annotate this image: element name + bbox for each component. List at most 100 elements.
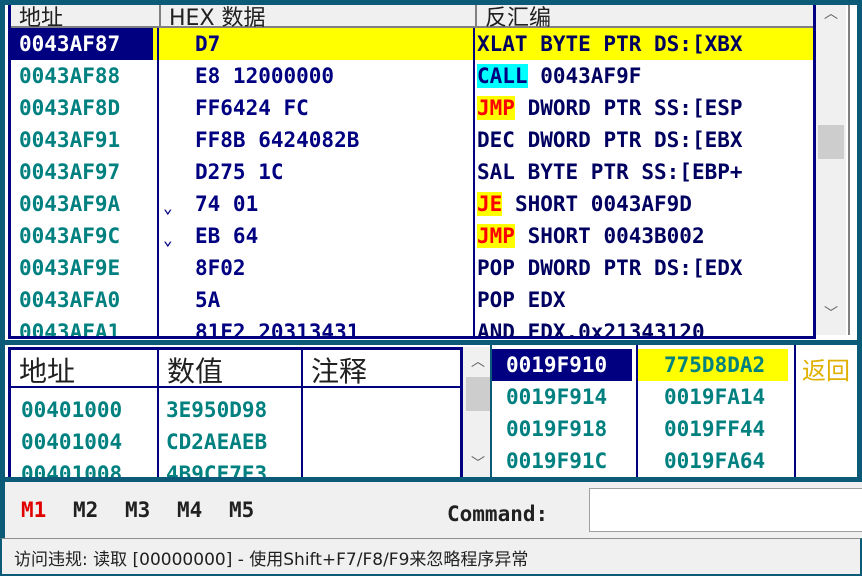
instruction-operand: SHORT 0043AF9D bbox=[502, 192, 692, 216]
registers-panel[interactable]: 0 0 0 0 bbox=[848, 5, 862, 335]
instruction-operand: BYTE PTR DS:[XBX bbox=[527, 32, 743, 56]
instruction-address: 0043AF9A bbox=[19, 192, 121, 216]
stack-address: 0019F914 bbox=[506, 385, 608, 409]
column-separator bbox=[157, 388, 159, 477]
instruction-operand: EDX,0x21343120 bbox=[514, 320, 705, 339]
disassembly-row[interactable]: 0043AFA1 81F2 20313431 AND EDX,0x21343120 bbox=[11, 316, 813, 339]
scrollbar-thumb[interactable] bbox=[466, 377, 490, 411]
instruction-bytes: FF8B 6424082B bbox=[195, 128, 360, 152]
dump-header-address[interactable]: 地址 bbox=[11, 350, 159, 388]
register-marker: 0 bbox=[858, 35, 862, 57]
instruction-mnemonic: JE bbox=[477, 192, 503, 216]
scroll-up-icon[interactable]: ︿ bbox=[820, 5, 842, 23]
disassembly-row[interactable]: 0043AF8D FF6424 FC JMP DWORD PTR SS:[ESP bbox=[11, 92, 813, 124]
instruction-operand: DWORD PTR SS:[ESP bbox=[514, 96, 743, 120]
memory-tab-m5[interactable]: M5 bbox=[229, 498, 254, 522]
instruction-bytes: 74 01 bbox=[195, 192, 259, 216]
dump-address: 00401004 bbox=[21, 430, 123, 454]
disassembly-row[interactable]: 0043AF97 D275 1C SAL BYTE PTR SS:[EBP+ bbox=[11, 156, 813, 188]
instruction-mnemonic: SAL bbox=[477, 160, 515, 184]
header-hex[interactable]: HEX 数据 bbox=[161, 5, 477, 31]
stack-row[interactable]: 0019F914 0019FA14 bbox=[492, 381, 857, 413]
disassembly-scrollbar[interactable]: ︿ ﹀ bbox=[816, 5, 846, 335]
instruction-bytes: 5A bbox=[195, 288, 221, 312]
instruction-operand: 0043AF9F bbox=[527, 64, 642, 88]
stack-row[interactable]: 0019F91C 0019FA64 bbox=[492, 445, 857, 477]
instruction-address: 0043AFA0 bbox=[19, 288, 121, 312]
instruction-mnemonic: JMP bbox=[477, 224, 515, 248]
instruction-text: XLAT BYTE PTR DS:[XBX bbox=[477, 32, 743, 56]
disassembly-row[interactable]: 0043AF9A ⌄ 74 01 JE SHORT 0043AF9D bbox=[11, 188, 813, 220]
command-bar: M1 M2 M3 M4 M5 Command: bbox=[0, 482, 862, 538]
status-bar: 访问违规: 读取 [00000000] - 使用Shift+F7/F8/F9来忽… bbox=[0, 538, 862, 576]
dump-pane: 地址 数值 注释 00401000 3E950D98 00401004 CD2AEAE… bbox=[0, 340, 492, 482]
column-separator bbox=[794, 345, 796, 477]
register-marker: 0 bbox=[858, 99, 862, 121]
dump-row[interactable]: 00401008 4B9CE7E3 bbox=[11, 458, 460, 481]
memory-tab-m1[interactable]: M1 bbox=[21, 498, 46, 522]
dump-value: 3E950D98 bbox=[166, 398, 268, 422]
disassembly-row[interactable]: 0043AF87 D7 XLAT BYTE PTR DS:[XBX bbox=[11, 28, 813, 60]
jump-arrow-icon: ⌄ bbox=[163, 230, 173, 249]
instruction-text: JMP SHORT 0043B002 bbox=[477, 224, 705, 248]
stack-value: 0019FA14 bbox=[664, 385, 766, 409]
stack-row[interactable]: 0019F918 0019FF44 bbox=[492, 413, 857, 445]
stack-value: 0019FF44 bbox=[664, 417, 766, 441]
stack-value: 0019FA64 bbox=[664, 449, 766, 473]
instruction-operand: DWORD PTR DS:[EBX bbox=[514, 128, 743, 152]
instruction-text: AND EDX,0x21343120 bbox=[477, 320, 705, 339]
column-separator bbox=[473, 28, 475, 336]
memory-tab-m3[interactable]: M3 bbox=[125, 498, 150, 522]
instruction-mnemonic: DEC bbox=[477, 128, 515, 152]
jump-arrow-icon: ⌄ bbox=[163, 198, 173, 217]
dump-value: 4B9CE7E3 bbox=[166, 462, 268, 481]
memory-tab-m4[interactable]: M4 bbox=[177, 498, 202, 522]
disassembly-row[interactable]: 0043AF9E 8F02 POP DWORD PTR DS:[EDX bbox=[11, 252, 813, 284]
dump-address: 00401008 bbox=[21, 462, 123, 481]
instruction-address: 0043AF87 bbox=[19, 32, 121, 56]
disassembly-row[interactable]: 0043AFA0 5A POP EDX bbox=[11, 284, 813, 316]
dump-row[interactable]: 00401004 CD2AEAEB bbox=[11, 426, 460, 458]
instruction-text: POP EDX bbox=[477, 288, 566, 312]
scroll-down-icon[interactable]: ﹀ bbox=[467, 455, 489, 473]
disassembly-row[interactable]: 0043AF9C ⌄ EB 64 JMP SHORT 0043B002 bbox=[11, 220, 813, 252]
scroll-down-icon[interactable]: ﹀ bbox=[820, 305, 842, 323]
dump-row[interactable]: 00401000 3E950D98 bbox=[11, 394, 460, 426]
instruction-bytes: D275 1C bbox=[195, 160, 284, 184]
cpu-pane: 地址 HEX 数据 反汇编 0043AF87 D7 XLAT BYTE PTR DS… bbox=[0, 0, 862, 340]
instruction-address: 0043AFA1 bbox=[19, 320, 121, 339]
command-input[interactable] bbox=[589, 488, 862, 532]
header-disassembly[interactable]: 反汇编 bbox=[477, 5, 813, 31]
scrollbar-thumb[interactable] bbox=[818, 125, 844, 159]
instruction-address: 0043AF9E bbox=[19, 256, 121, 280]
dump-header-value[interactable]: 数值 bbox=[159, 350, 303, 388]
scroll-up-icon[interactable]: ︿ bbox=[467, 353, 489, 371]
instruction-bytes: E8 12000000 bbox=[195, 64, 335, 88]
instruction-address: 0043AF91 bbox=[19, 128, 121, 152]
dump-view[interactable]: 地址 数值 注释 00401000 3E950D98 00401004 CD2AEAE… bbox=[8, 347, 463, 481]
instruction-text: CALL 0043AF9F bbox=[477, 64, 641, 88]
instruction-bytes: 8F02 bbox=[195, 256, 246, 280]
dump-scrollbar[interactable]: ︿ ﹀ bbox=[463, 347, 490, 477]
stack-pane[interactable]: 0019F910 775D8DA2 返回 0019F914 0019FA14 0019F9… bbox=[492, 340, 862, 482]
instruction-mnemonic: POP bbox=[477, 288, 515, 312]
header-address[interactable]: 地址 bbox=[11, 5, 161, 31]
dump-header-comment[interactable]: 注释 bbox=[303, 350, 460, 388]
instruction-address: 0043AF8D bbox=[19, 96, 121, 120]
stack-row[interactable]: 0019F910 775D8DA2 返回 bbox=[492, 349, 857, 385]
disassembly-header: 地址 HEX 数据 反汇编 bbox=[11, 5, 813, 31]
instruction-bytes: 81F2 20313431 bbox=[195, 320, 360, 339]
disassembly-view[interactable]: 地址 HEX 数据 反汇编 0043AF87 D7 XLAT BYTE PTR DS… bbox=[8, 5, 816, 339]
dump-address: 00401000 bbox=[21, 398, 123, 422]
instruction-operand: BYTE PTR SS:[EBP+ bbox=[514, 160, 743, 184]
instruction-operand: DWORD PTR DS:[EDX bbox=[514, 256, 743, 280]
instruction-text: JE SHORT 0043AF9D bbox=[477, 192, 692, 216]
instruction-address: 0043AF9C bbox=[19, 224, 121, 248]
instruction-mnemonic: JMP bbox=[477, 96, 515, 120]
disassembly-row[interactable]: 0043AF91 FF8B 6424082B DEC DWORD PTR DS:[E… bbox=[11, 124, 813, 156]
memory-tab-m2[interactable]: M2 bbox=[73, 498, 98, 522]
instruction-text: POP DWORD PTR DS:[EDX bbox=[477, 256, 743, 280]
disassembly-row[interactable]: 0043AF88 E8 12000000 CALL 0043AF9F bbox=[11, 60, 813, 92]
instruction-mnemonic: CALL bbox=[477, 64, 528, 88]
instruction-mnemonic: AND bbox=[477, 320, 515, 339]
